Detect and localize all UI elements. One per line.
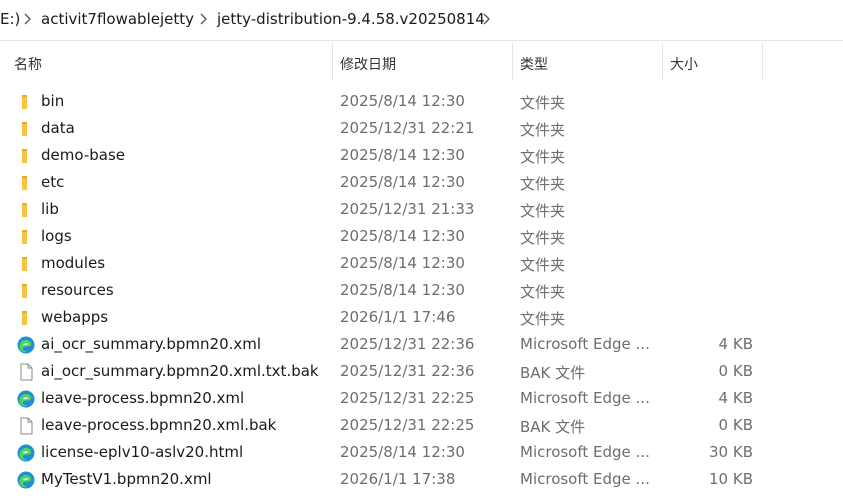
file-modified-date: 2025/12/31 22:25 [340, 416, 475, 434]
file-modified-date: 2025/12/31 22:36 [340, 362, 475, 380]
file-name: license-eplv10-aslv20.html [41, 443, 244, 461]
folder-icon [16, 119, 36, 139]
file-name: leave-process.bpmn20.xml [41, 389, 245, 407]
file-modified-date: 2025/12/31 21:33 [340, 200, 475, 218]
file-type: 文件夹 [520, 175, 566, 193]
file-row[interactable]: lib 2025/12/31 21:33 文件夹 [0, 196, 843, 223]
folder-icon [16, 308, 36, 328]
file-name: ai_ocr_summary.bpmn20.xml [41, 335, 262, 353]
chevron-right-icon[interactable] [480, 9, 494, 29]
file-type: 文件夹 [520, 202, 566, 220]
file-type: BAK 文件 [520, 418, 586, 436]
file-name: logs [41, 227, 72, 245]
file-name: bin [41, 92, 65, 110]
column-divider[interactable] [332, 44, 333, 80]
edge-icon [16, 389, 36, 409]
folder-icon [16, 281, 36, 301]
file-type: 文件夹 [520, 229, 566, 247]
file-row[interactable]: logs 2025/8/14 12:30 文件夹 [0, 223, 843, 250]
file-name: data [41, 119, 75, 137]
edge-icon [16, 335, 36, 355]
file-size: 30 KB [709, 443, 753, 461]
file-type: Microsoft Edge ... [520, 389, 650, 407]
file-row[interactable]: license-eplv10-aslv20.html 2025/8/14 12:3… [0, 439, 843, 466]
file-name: MyTestV1.bpmn20.xml [41, 470, 212, 488]
file-row[interactable]: etc 2025/8/14 12:30 文件夹 [0, 169, 843, 196]
file-modified-date: 2025/8/14 12:30 [340, 227, 465, 245]
file-name: resources [41, 281, 114, 299]
file-type: 文件夹 [520, 94, 566, 112]
file-size: 0 KB [718, 362, 753, 380]
file-size: 4 KB [718, 335, 753, 353]
file-row[interactable]: resources 2025/8/14 12:30 文件夹 [0, 277, 843, 304]
file-type: Microsoft Edge ... [520, 335, 650, 353]
file-icon [16, 362, 36, 382]
file-modified-date: 2025/12/31 22:21 [340, 119, 475, 137]
file-type: 文件夹 [520, 121, 566, 139]
file-row[interactable]: data 2025/12/31 22:21 文件夹 [0, 115, 843, 142]
file-row[interactable]: bin 2025/8/14 12:30 文件夹 [0, 88, 843, 115]
file-size: 4 KB [718, 389, 753, 407]
edge-icon [16, 443, 36, 463]
file-name: webapps [41, 308, 109, 326]
folder-icon [16, 254, 36, 274]
file-name: modules [41, 254, 106, 272]
file-name: ai_ocr_summary.bpmn20.xml.txt.bak [41, 362, 319, 380]
file-modified-date: 2025/8/14 12:30 [340, 254, 465, 272]
file-size: 0 KB [718, 416, 753, 434]
file-modified-date: 2025/8/14 12:30 [340, 173, 465, 191]
column-header-name[interactable]: 名称 [14, 54, 42, 74]
file-modified-date: 2025/8/14 12:30 [340, 281, 465, 299]
file-modified-date: 2025/8/14 12:30 [340, 146, 465, 164]
column-header-type[interactable]: 类型 [520, 54, 548, 74]
file-modified-date: 2025/12/31 22:36 [340, 335, 475, 353]
column-divider[interactable] [512, 44, 513, 80]
file-row[interactable]: ai_ocr_summary.bpmn20.xml.txt.bak 2025/12… [0, 358, 843, 385]
breadcrumb-item-activit7flowablejetty[interactable]: activit7flowablejetty [41, 10, 194, 28]
breadcrumb-item-jetty-distribution[interactable]: jetty-distribution-9.4.58.v20250814 [217, 10, 485, 28]
file-row[interactable]: MyTestV1.bpmn20.xml 2026/1/1 17:38 Microso… [0, 466, 843, 493]
column-divider[interactable] [762, 44, 763, 80]
file-name: leave-process.bpmn20.xml.bak [41, 416, 277, 434]
file-name: lib [41, 200, 59, 218]
file-name: demo-base [41, 146, 125, 164]
file-modified-date: 2025/12/31 22:25 [340, 389, 475, 407]
file-row[interactable]: modules 2025/8/14 12:30 文件夹 [0, 250, 843, 277]
file-icon [16, 416, 36, 436]
edge-icon [16, 470, 36, 490]
file-type: 文件夹 [520, 148, 566, 166]
column-header-size[interactable]: 大小 [670, 54, 698, 74]
file-name: etc [41, 173, 65, 191]
file-type: 文件夹 [520, 310, 566, 328]
file-modified-date: 2026/1/1 17:46 [340, 308, 456, 326]
file-row[interactable]: webapps 2026/1/1 17:46 文件夹 [0, 304, 843, 331]
folder-icon [16, 146, 36, 166]
folder-icon [16, 200, 36, 220]
file-type: 文件夹 [520, 283, 566, 301]
file-modified-date: 2025/8/14 12:30 [340, 443, 465, 461]
file-row[interactable]: leave-process.bpmn20.xml.bak 2025/12/31 2… [0, 412, 843, 439]
file-type: BAK 文件 [520, 364, 586, 382]
column-header-row: 名称 修改日期 类型 大小 [0, 44, 843, 80]
chevron-right-icon[interactable] [197, 9, 211, 29]
file-modified-date: 2026/1/1 17:38 [340, 470, 456, 488]
file-row[interactable]: demo-base 2025/8/14 12:30 文件夹 [0, 142, 843, 169]
file-size: 10 KB [709, 470, 753, 488]
folder-icon [16, 92, 36, 112]
column-divider[interactable] [662, 44, 663, 80]
folder-icon [16, 173, 36, 193]
file-row[interactable]: ai_ocr_summary.bpmn20.xml 2025/12/31 22:3… [0, 331, 843, 358]
breadcrumb: E:) activit7flowablejetty jetty-distribu… [0, 0, 843, 41]
chevron-right-icon[interactable] [21, 9, 35, 29]
file-type: 文件夹 [520, 256, 566, 274]
file-row[interactable]: leave-process.bpmn20.xml 2025/12/31 22:25… [0, 385, 843, 412]
column-header-modified[interactable]: 修改日期 [340, 54, 396, 74]
folder-icon [16, 227, 36, 247]
file-type: Microsoft Edge ... [520, 470, 650, 488]
breadcrumb-item-drive[interactable]: E:) [0, 10, 20, 28]
file-type: Microsoft Edge ... [520, 443, 650, 461]
file-modified-date: 2025/8/14 12:30 [340, 92, 465, 110]
